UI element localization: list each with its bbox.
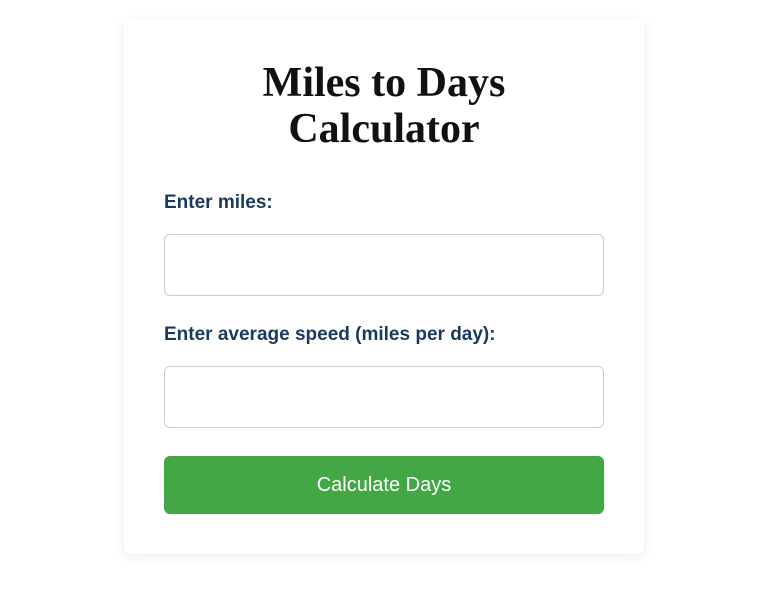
calculator-card: Miles to Days Calculator Enter miles: En…: [124, 20, 644, 554]
miles-input[interactable]: [164, 234, 604, 296]
miles-label: Enter miles:: [164, 192, 604, 214]
calculate-button[interactable]: Calculate Days: [164, 456, 604, 514]
page-title: Miles to Days Calculator: [164, 60, 604, 152]
speed-input[interactable]: [164, 366, 604, 428]
speed-label: Enter average speed (miles per day):: [164, 324, 604, 346]
